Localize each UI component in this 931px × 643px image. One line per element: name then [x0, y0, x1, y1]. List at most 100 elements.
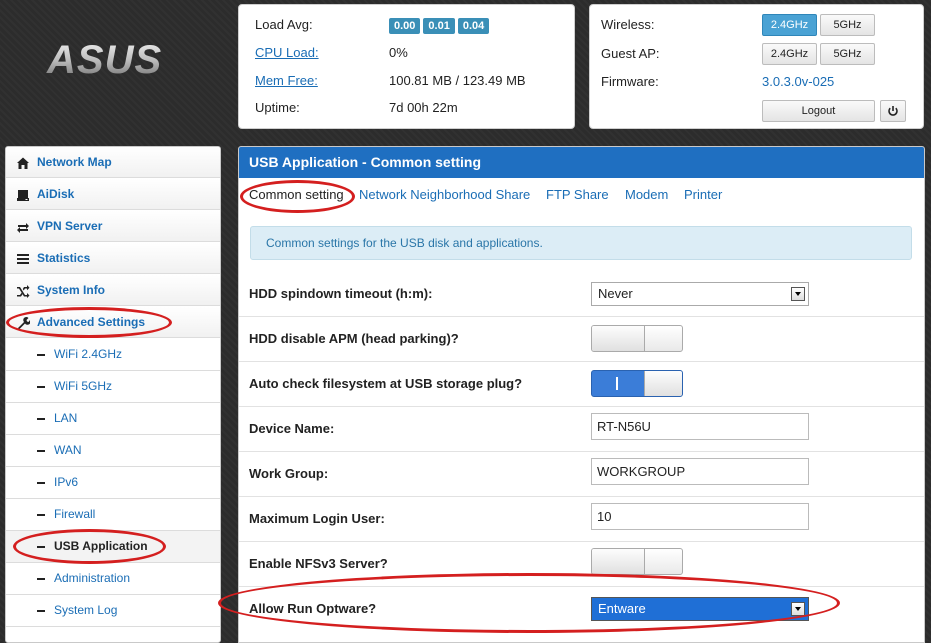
- dash-icon: [37, 578, 45, 580]
- setting-row-optware: Allow Run Optware? Entware: [239, 587, 924, 632]
- home-icon: [17, 157, 29, 169]
- setting-label: Auto check filesystem at USB storage plu…: [249, 376, 523, 391]
- asus-logo: ASUS: [46, 40, 162, 80]
- cpu-load-value: 0%: [389, 45, 408, 60]
- shuffle-icon: [17, 285, 30, 298]
- tab-printer[interactable]: Printer: [684, 187, 722, 202]
- dash-icon: [37, 386, 45, 388]
- sidebar-subitem-usb-application[interactable]: USB Application: [6, 531, 220, 563]
- disk-icon: [17, 190, 29, 201]
- dash-icon: [37, 610, 45, 612]
- sidebar-item-label: AiDisk: [37, 187, 75, 201]
- firmware-version-link[interactable]: 3.0.3.0v-025: [762, 74, 834, 89]
- dash-icon: [37, 546, 45, 548]
- dropdown-arrow-icon: [791, 287, 805, 301]
- list-icon: [17, 254, 29, 264]
- setting-label: Maximum Login User:: [249, 511, 385, 526]
- auto-check-fs-toggle[interactable]: [591, 370, 683, 397]
- device-name-input[interactable]: RT-N56U: [591, 413, 809, 440]
- optware-select[interactable]: Entware: [591, 597, 809, 621]
- reboot-button[interactable]: [880, 100, 906, 122]
- setting-row-work-group: Work Group: WORKGROUP: [239, 452, 924, 497]
- sidebar-item-system-info[interactable]: System Info: [6, 275, 220, 306]
- work-group-input[interactable]: WORKGROUP: [591, 458, 809, 485]
- select-value: Never: [598, 286, 633, 301]
- setting-label: Device Name:: [249, 421, 335, 436]
- setting-label: Allow Run Optware?: [249, 601, 377, 616]
- sidebar-subitem-administration[interactable]: Administration: [6, 563, 220, 595]
- tab-ftp-share[interactable]: FTP Share: [546, 187, 609, 202]
- uptime-value: 7d 00h 22m: [389, 100, 458, 115]
- sidebar-subitem-label: IPv6: [54, 475, 79, 489]
- sidebar-subitem-wifi-24ghz[interactable]: WiFi 2.4GHz: [6, 339, 220, 371]
- wireless-5ghz-button[interactable]: 5GHz: [820, 14, 875, 36]
- setting-label: HDD disable APM (head parking)?: [249, 331, 459, 346]
- setting-row-device-name: Device Name: RT-N56U: [239, 407, 924, 452]
- sidebar: Network Map AiDisk VPN Server Statistics…: [5, 146, 221, 643]
- sidebar-subitem-wan[interactable]: WAN: [6, 435, 220, 467]
- sidebar-subitem-firewall[interactable]: Firewall: [6, 499, 220, 531]
- sidebar-subitem-label: Firewall: [54, 507, 96, 521]
- toggle-knob: [644, 371, 682, 396]
- tab-modem[interactable]: Modem: [625, 187, 668, 202]
- svg-text:ASUS: ASUS: [46, 40, 162, 80]
- main-panel: USB Application - Common setting Common …: [238, 146, 925, 643]
- max-login-input[interactable]: 10: [591, 503, 809, 530]
- sidebar-item-vpn-server[interactable]: VPN Server: [6, 211, 220, 242]
- power-icon: [888, 106, 898, 116]
- toggle-knob: [592, 549, 645, 574]
- nfsv3-toggle[interactable]: [591, 548, 683, 575]
- info-alert: Common settings for the USB disk and app…: [250, 226, 912, 260]
- sidebar-item-advanced-settings[interactable]: Advanced Settings: [6, 307, 220, 338]
- setting-label: Enable NFSv3 Server?: [249, 556, 388, 571]
- radio-panel: Wireless: 2.4GHz 5GHz Guest AP: 2.4GHz 5…: [589, 4, 924, 129]
- mem-free-value: 100.81 MB / 123.49 MB: [389, 73, 526, 88]
- sidebar-item-statistics[interactable]: Statistics: [6, 243, 220, 274]
- setting-row-auto-check-fs: Auto check filesystem at USB storage plu…: [239, 362, 924, 407]
- swap-icon: [17, 223, 29, 233]
- sidebar-subitem-wifi-5ghz[interactable]: WiFi 5GHz: [6, 371, 220, 403]
- dash-icon: [37, 482, 45, 484]
- sidebar-item-label: System Info: [37, 283, 106, 297]
- sidebar-item-label: Statistics: [37, 251, 91, 265]
- sidebar-subitem-label: Administration: [54, 571, 131, 585]
- setting-label: Work Group:: [249, 466, 329, 481]
- dash-icon: [37, 354, 45, 356]
- tab-common-setting[interactable]: Common setting: [249, 187, 344, 202]
- setting-row-hdd-apm: HDD disable APM (head parking)?: [239, 317, 924, 362]
- sidebar-subitem-ipv6[interactable]: IPv6: [6, 467, 220, 499]
- sidebar-item-network-map[interactable]: Network Map: [6, 147, 220, 178]
- sidebar-item-label: Network Map: [37, 155, 112, 169]
- tab-network-neighborhood-share[interactable]: Network Neighborhood Share: [359, 187, 530, 202]
- sidebar-subitem-label: LAN: [54, 411, 78, 425]
- cpu-load-link[interactable]: CPU Load:: [255, 40, 319, 66]
- guest-5ghz-button[interactable]: 5GHz: [820, 43, 875, 65]
- setting-row-max-login: Maximum Login User: 10: [239, 497, 924, 542]
- sidebar-subitem-label: WAN: [54, 443, 82, 457]
- logout-button[interactable]: Logout: [762, 100, 875, 122]
- status-panel: Load Avg: 0.00 0.01 0.04 CPU Load: 0% Mem …: [238, 4, 575, 129]
- setting-row-hdd-spindown: HDD spindown timeout (h:m): Never: [239, 272, 924, 317]
- hdd-spindown-select[interactable]: Never: [591, 282, 809, 306]
- dropdown-arrow-icon: [791, 602, 805, 616]
- sidebar-subitem-label: USB Application: [54, 539, 148, 553]
- toggle-knob: [592, 326, 645, 351]
- wireless-24ghz-button[interactable]: 2.4GHz: [762, 14, 817, 36]
- firmware-label: Firmware:: [601, 74, 659, 89]
- dash-icon: [37, 418, 45, 420]
- load-avg-values: 0.00 0.01 0.04: [389, 12, 492, 38]
- setting-row-nfsv3: Enable NFSv3 Server?: [239, 542, 924, 587]
- sidebar-item-label: VPN Server: [37, 219, 103, 233]
- mem-free-link[interactable]: Mem Free:: [255, 68, 318, 94]
- load-avg-label: Load Avg:: [255, 17, 313, 32]
- dash-icon: [37, 514, 45, 516]
- guest-ap-label: Guest AP:: [601, 46, 660, 61]
- guest-24ghz-button[interactable]: 2.4GHz: [762, 43, 817, 65]
- sidebar-item-aidisk[interactable]: AiDisk: [6, 179, 220, 210]
- dash-icon: [37, 450, 45, 452]
- load-avg-15: 0.04: [457, 18, 490, 34]
- page-title: USB Application - Common setting: [239, 147, 924, 178]
- hdd-apm-toggle[interactable]: [591, 325, 683, 352]
- sidebar-subitem-system-log[interactable]: System Log: [6, 595, 220, 627]
- sidebar-subitem-lan[interactable]: LAN: [6, 403, 220, 435]
